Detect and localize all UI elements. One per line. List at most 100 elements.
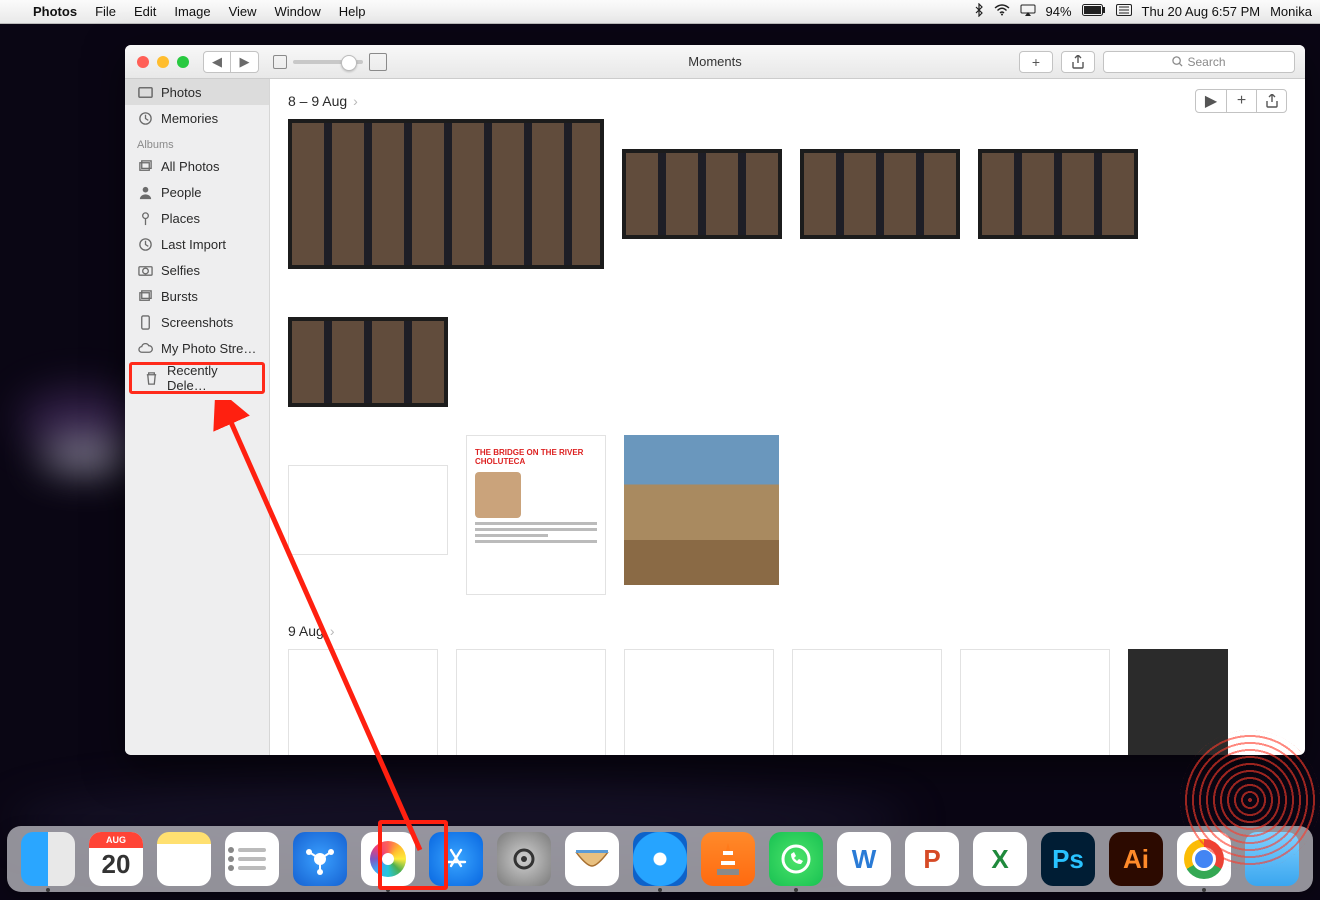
- sidebar-item-memories[interactable]: Memories: [125, 105, 269, 131]
- sidebar-item-bursts[interactable]: Bursts: [125, 283, 269, 309]
- dock-word[interactable]: W: [837, 832, 891, 886]
- sidebar-item-label: Photos: [161, 85, 201, 100]
- share-moment-button[interactable]: [1256, 90, 1286, 112]
- bluetooth-icon[interactable]: [974, 3, 984, 20]
- sidebar-item-all-photos[interactable]: All Photos: [125, 153, 269, 179]
- menubar-user[interactable]: Monika: [1270, 4, 1312, 19]
- menu-help[interactable]: Help: [330, 4, 375, 19]
- sidebar-item-label: All Photos: [161, 159, 220, 174]
- window-titlebar: ◀ ▶ Moments + Search: [125, 45, 1305, 79]
- battery-percent: 94%: [1046, 4, 1072, 19]
- person-icon: [137, 184, 153, 200]
- sidebar-item-selfies[interactable]: Selfies: [125, 257, 269, 283]
- menu-edit[interactable]: Edit: [125, 4, 165, 19]
- photo-thumbnail[interactable]: [792, 649, 942, 755]
- photo-thumbnail[interactable]: [288, 119, 604, 269]
- sidebar-item-photo-stream[interactable]: My Photo Stre…: [125, 335, 269, 361]
- dock-mail[interactable]: [565, 832, 619, 886]
- thumb-size-slider[interactable]: [293, 60, 363, 64]
- dock-powerpoint[interactable]: P: [905, 832, 959, 886]
- nav-forward-button[interactable]: ▶: [231, 51, 259, 73]
- sidebar-item-label: My Photo Stre…: [161, 341, 256, 356]
- airplay-icon[interactable]: [1020, 4, 1036, 19]
- dock-photos[interactable]: [361, 832, 415, 886]
- minimize-button[interactable]: [157, 56, 169, 68]
- cloud-icon: [137, 340, 153, 356]
- search-input[interactable]: Search: [1103, 51, 1295, 73]
- chevron-right-icon: ›: [353, 93, 358, 109]
- photo-thumbnail[interactable]: [288, 465, 448, 555]
- nav-back-button[interactable]: ◀: [203, 51, 231, 73]
- photo-thumbnail[interactable]: [456, 649, 606, 755]
- photo-thumbnail[interactable]: THE BRIDGE ON THE RIVER CHOLUTECA: [466, 435, 606, 595]
- add-button[interactable]: +: [1019, 51, 1053, 73]
- chevron-right-icon: ›: [330, 623, 335, 639]
- thumb-size-small-icon[interactable]: [273, 55, 287, 69]
- dock-calendar[interactable]: AUG 20: [89, 832, 143, 886]
- clock-icon: [137, 236, 153, 252]
- watermark-icon: [1180, 730, 1320, 870]
- photo-thumbnail[interactable]: [288, 649, 438, 755]
- stack-icon: [137, 158, 153, 174]
- moment-label: 9 Aug: [288, 623, 324, 639]
- photo-thumbnail[interactable]: [288, 317, 448, 407]
- sidebar-item-last-import[interactable]: Last Import: [125, 231, 269, 257]
- close-button[interactable]: [137, 56, 149, 68]
- thumb-size-large-icon[interactable]: [369, 53, 387, 71]
- sidebar-item-label: Last Import: [161, 237, 226, 252]
- calendar-month: AUG: [89, 832, 143, 848]
- dock-vlc[interactable]: [701, 832, 755, 886]
- sidebar-item-label: Screenshots: [161, 315, 233, 330]
- moment-actions: ▶ +: [1195, 89, 1287, 113]
- photo-thumbnail[interactable]: [624, 435, 779, 585]
- sidebar-item-label: Bursts: [161, 289, 198, 304]
- sidebar-item-photos[interactable]: Photos: [125, 79, 269, 105]
- dock-notes[interactable]: [157, 832, 211, 886]
- dock-appstore[interactable]: [429, 832, 483, 886]
- wifi-icon[interactable]: [994, 4, 1010, 19]
- play-slideshow-button[interactable]: ▶: [1196, 90, 1226, 112]
- photo-thumbnail[interactable]: [622, 149, 782, 239]
- sidebar-item-screenshots[interactable]: Screenshots: [125, 309, 269, 335]
- dock-reminders[interactable]: [225, 832, 279, 886]
- calendar-day: 20: [102, 849, 131, 880]
- menu-view[interactable]: View: [220, 4, 266, 19]
- menu-window[interactable]: Window: [266, 4, 330, 19]
- menubar-clock[interactable]: Thu 20 Aug 6:57 PM: [1142, 4, 1261, 19]
- photo-thumbnail[interactable]: [624, 649, 774, 755]
- moment-header[interactable]: 9 Aug ›: [288, 623, 1287, 639]
- menu-file[interactable]: File: [86, 4, 125, 19]
- menubar-app[interactable]: Photos: [24, 4, 86, 19]
- battery-icon[interactable]: [1082, 4, 1106, 19]
- dock-illustrator[interactable]: Ai: [1109, 832, 1163, 886]
- photos-icon: [137, 84, 153, 100]
- dock-system-preferences[interactable]: [497, 832, 551, 886]
- share-button[interactable]: [1061, 51, 1095, 73]
- add-to-button[interactable]: +: [1226, 90, 1256, 112]
- dock-whatsapp[interactable]: [769, 832, 823, 886]
- magazine-headline: THE BRIDGE ON THE RIVER CHOLUTECA: [467, 436, 605, 468]
- content-area[interactable]: ▶ + 8 – 9 Aug › THE BRIDGE ON T: [270, 79, 1305, 755]
- dock-photoshop[interactable]: Ps: [1041, 832, 1095, 886]
- zoom-button[interactable]: [177, 56, 189, 68]
- macos-menubar: Photos File Edit Image View Window Help …: [0, 0, 1320, 24]
- photo-thumbnail[interactable]: [960, 649, 1110, 755]
- dock-excel[interactable]: X: [973, 832, 1027, 886]
- dock-shareit[interactable]: [293, 832, 347, 886]
- search-placeholder: Search: [1187, 55, 1225, 69]
- photo-thumbnail[interactable]: [978, 149, 1138, 239]
- dock: AUG 20 W P X Ps Ai: [7, 826, 1313, 892]
- sidebar-item-recently-deleted[interactable]: Recently Dele…: [132, 365, 262, 391]
- menu-image[interactable]: Image: [165, 4, 219, 19]
- dock-finder[interactable]: [21, 832, 75, 886]
- sidebar-item-people[interactable]: People: [125, 179, 269, 205]
- control-center-icon[interactable]: [1116, 4, 1132, 19]
- device-icon: [137, 314, 153, 330]
- dock-safari[interactable]: [633, 832, 687, 886]
- stack-icon: [137, 288, 153, 304]
- photo-thumbnail[interactable]: [800, 149, 960, 239]
- trash-icon: [144, 370, 159, 386]
- sidebar-item-places[interactable]: Places: [125, 205, 269, 231]
- moment-header[interactable]: 8 – 9 Aug ›: [288, 93, 1195, 109]
- sidebar-item-label: Selfies: [161, 263, 200, 278]
